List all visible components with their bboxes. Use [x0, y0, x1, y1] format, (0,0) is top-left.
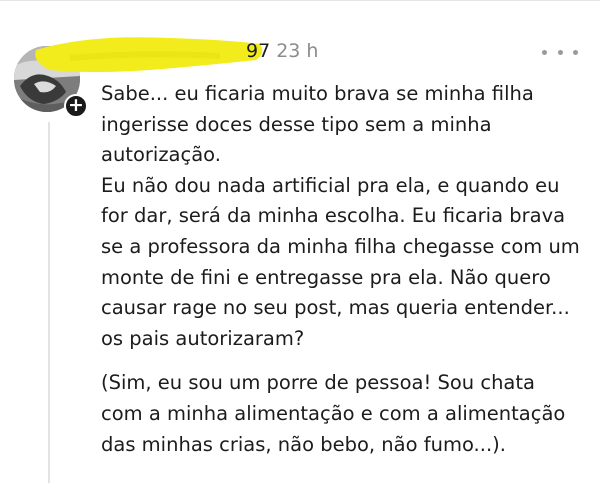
more-icon-dot — [573, 49, 578, 55]
more-horizontal-icon — [542, 49, 547, 55]
comment-paragraph: Sabe... eu ficaria muito brava se minha … — [101, 82, 580, 350]
expand-thread-button[interactable]: + — [64, 94, 88, 118]
top-divider — [0, 0, 600, 1]
thread-line[interactable] — [48, 122, 50, 483]
comment-header: 97 23 h — [246, 40, 318, 62]
author-name[interactable]: 97 — [246, 40, 270, 62]
username-redaction-scribble — [35, 37, 263, 72]
plus-icon: + — [68, 94, 84, 116]
more-options-button[interactable] — [542, 46, 578, 58]
more-icon-dot — [557, 49, 563, 55]
comment-body: Sabe... eu ficaria muito brava se minha … — [101, 79, 591, 460]
comment-timestamp: 23 h — [276, 40, 319, 62]
comment-paragraph: (Sim, eu sou um porre de pessoa! Sou cha… — [101, 371, 566, 456]
